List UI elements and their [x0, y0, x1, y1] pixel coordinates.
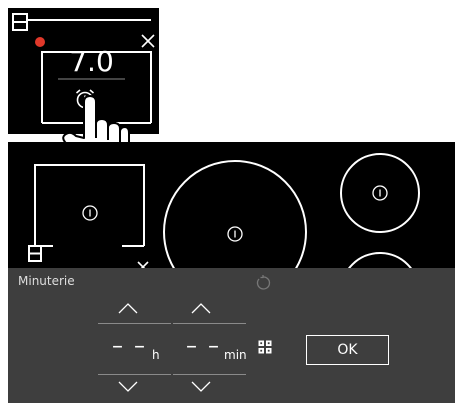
- divider: [98, 374, 171, 375]
- keypad-icon[interactable]: [258, 340, 272, 354]
- power-level-value[interactable]: 7.0: [58, 46, 125, 78]
- divider: [173, 323, 246, 324]
- front-right-zone[interactable]: [341, 252, 419, 268]
- minutes-increase-button[interactable]: [191, 302, 211, 314]
- power-button-icon[interactable]: [81, 204, 99, 222]
- minutes-value[interactable]: – –: [186, 334, 221, 359]
- zone-selector-icon[interactable]: [12, 13, 28, 31]
- hours-increase-button[interactable]: [118, 302, 138, 314]
- power-button-icon[interactable]: [371, 184, 389, 202]
- divider: [98, 323, 171, 324]
- hours-decrease-button[interactable]: [118, 381, 138, 393]
- minutes-decrease-button[interactable]: [191, 381, 211, 393]
- zone-selector-icon[interactable]: [28, 245, 42, 262]
- ok-button[interactable]: OK: [306, 335, 389, 365]
- minutes-unit: min: [224, 348, 247, 362]
- timer-panel: Minuterie – – h – – min OK: [8, 268, 455, 403]
- hours-unit: h: [152, 348, 160, 362]
- active-indicator-dot: [35, 37, 45, 47]
- power-button-icon[interactable]: [226, 225, 244, 243]
- timer-title: Minuterie: [18, 274, 75, 288]
- center-large-zone[interactable]: [163, 160, 307, 268]
- close-icon[interactable]: [140, 33, 156, 49]
- reset-icon[interactable]: [255, 275, 271, 291]
- divider: [173, 374, 246, 375]
- cooktop-surface: [8, 142, 455, 268]
- hours-value[interactable]: – –: [112, 334, 147, 359]
- close-icon[interactable]: [136, 260, 150, 268]
